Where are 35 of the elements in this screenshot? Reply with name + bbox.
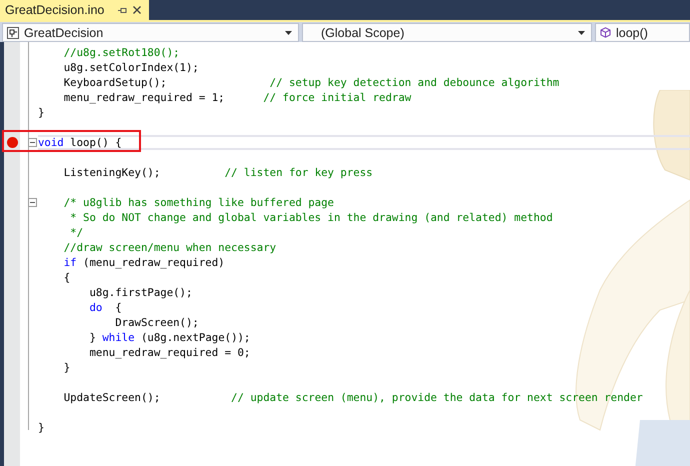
code-line: //u8g.setRot180(); xyxy=(62,46,180,59)
file-tab[interactable]: GreatDecision.ino xyxy=(0,0,150,20)
code-line: menu_redraw_required = 0; xyxy=(88,346,250,359)
code-line: /* u8glib has something like buffered page xyxy=(62,196,334,209)
code-line: do { xyxy=(88,301,122,314)
code-line: void loop() { xyxy=(38,136,122,149)
breakpoint-icon[interactable] xyxy=(6,137,18,148)
code-line: } xyxy=(62,361,70,374)
caret-icon[interactable] xyxy=(578,30,585,34)
code-line: if (menu_redraw_required) xyxy=(62,256,225,269)
code-line: ListeningKey(); // listen for key press xyxy=(62,166,373,179)
code-line: */ xyxy=(69,226,84,239)
code-editor[interactable] xyxy=(0,42,690,466)
collapse-icon[interactable] xyxy=(28,198,37,207)
pin-icon[interactable] xyxy=(118,6,128,14)
code-line: } while (u8g.nextPage()); xyxy=(88,331,250,344)
code-line: //draw screen/menu when necessary xyxy=(62,241,276,254)
code-line: menu_redraw_required = 1; // force initial redraw xyxy=(62,91,412,104)
code-line: u8g.setColorIndex(1); xyxy=(62,61,199,74)
cube-icon xyxy=(600,27,611,38)
code-line: u8g.firstPage(); xyxy=(88,286,192,299)
caret-icon[interactable] xyxy=(285,30,292,34)
navigation-dropdown[interactable]: loop() xyxy=(595,23,690,42)
code-line: { xyxy=(62,271,70,284)
code-line: DrawScreen(); xyxy=(114,316,199,329)
collapse-icon[interactable] xyxy=(28,138,37,147)
navigation-dropdown[interactable]: GreatDecision xyxy=(2,23,299,42)
navigation-dropdown[interactable]: (Global Scope) xyxy=(302,23,592,42)
project-icon xyxy=(7,26,19,38)
code-line: } xyxy=(38,106,44,119)
code-line: } xyxy=(38,421,44,434)
code-line: * So do NOT change and global variables in the drawing (and related) method xyxy=(69,211,553,224)
close-icon[interactable] xyxy=(133,6,142,14)
code-line: UpdateScreen(); // update screen (menu), provide the data for next screen render xyxy=(62,391,643,404)
code-line: KeyboardSetup(); // setup key detection and debounce algorithm xyxy=(62,76,560,89)
